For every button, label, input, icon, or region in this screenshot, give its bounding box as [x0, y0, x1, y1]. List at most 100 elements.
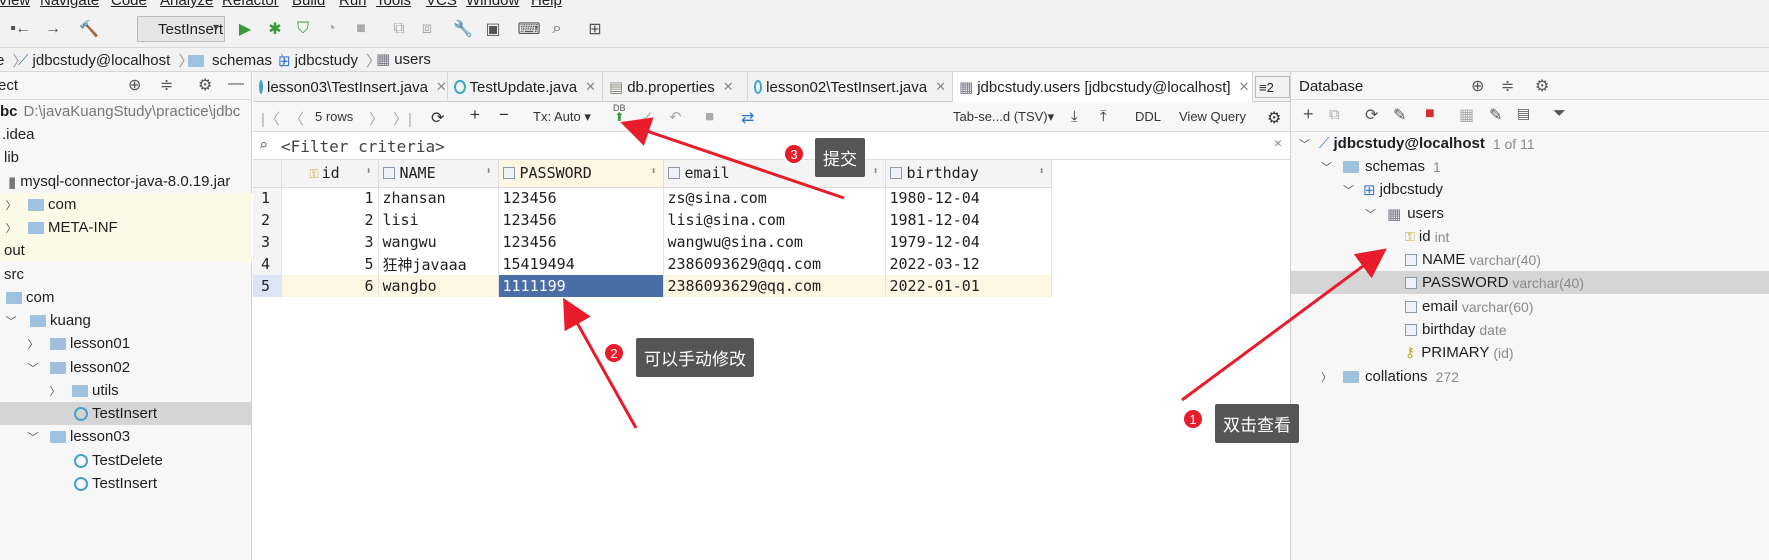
chevron-right-icon[interactable]: 〉	[26, 336, 40, 352]
db-tree-schema[interactable]: ﹀ ⊞ jdbcstudy	[1343, 178, 1443, 201]
cell-id[interactable]: 2	[281, 209, 379, 231]
cell-email[interactable]: lisi@sina.com	[663, 209, 886, 231]
refresh-icon[interactable]: ⟳	[1365, 105, 1378, 125]
menu-run[interactable]: Run	[339, 0, 367, 9]
minimize-icon[interactable]: —	[228, 75, 244, 93]
chevron-down-icon[interactable]: ﹀	[4, 313, 18, 329]
menu-help[interactable]: Help	[531, 0, 562, 9]
tx-mode-select[interactable]: Tx: Auto ▾	[533, 109, 591, 125]
chevron-down-icon[interactable]: ﹀	[1321, 159, 1337, 175]
chevron-down-icon[interactable]: ﹀	[1299, 136, 1315, 152]
close-icon[interactable]: ✕	[1274, 136, 1282, 151]
db-column-email[interactable]: email varchar(60)	[1405, 295, 1533, 318]
column-header-id[interactable]: ⚿ id ⬍	[281, 160, 379, 188]
commit-check-icon[interactable]: ✓	[641, 108, 654, 126]
collapse-icon[interactable]: ≑	[160, 75, 173, 95]
compare-icon[interactable]: ⇄	[741, 108, 754, 128]
cell-name[interactable]: 狂神javaaa	[378, 253, 499, 275]
project-structure-icon[interactable]: ▣	[482, 18, 504, 40]
filter-icon[interactable]: ⏷	[1553, 105, 1566, 123]
tree-item-kuang[interactable]: ﹀ kuang	[0, 309, 252, 332]
cell-name[interactable]: wangbo	[378, 275, 499, 297]
delete-row-icon[interactable]: −	[499, 105, 509, 125]
cell-birthday[interactable]: 1979-12-04	[885, 231, 1052, 253]
menu-code[interactable]: Code	[111, 0, 147, 9]
tree-item-lesson02[interactable]: ﹀ lesson02	[0, 356, 252, 379]
db-key-primary[interactable]: ⚷ PRIMARY (id)	[1405, 341, 1514, 364]
tree-item-lesson01[interactable]: 〉 lesson01	[0, 332, 252, 355]
add-row-icon[interactable]: +	[470, 105, 480, 125]
submit-db-icon[interactable]: DB ⬆	[613, 104, 626, 124]
tree-item-testdelete[interactable]: TestDelete	[0, 449, 252, 472]
gear-icon[interactable]: ⚙	[1535, 76, 1549, 96]
vcs-icon[interactable]: ⊞	[584, 18, 606, 40]
collapse-icon[interactable]: ≑	[1501, 76, 1514, 96]
tree-item-jar[interactable]: ▮ mysql-connector-java-8.0.19.jar	[0, 170, 252, 193]
table-icon[interactable]: ▦	[1459, 105, 1474, 125]
tree-item-com[interactable]: com	[0, 286, 252, 309]
chevron-down-icon[interactable]: ﹀	[1365, 206, 1381, 222]
sql-console-icon[interactable]: ▤	[1517, 105, 1530, 122]
db-tree-table-users[interactable]: ﹀ ▦ users	[1365, 202, 1444, 225]
db-tree-schemas[interactable]: ﹀ schemas 1	[1321, 155, 1441, 178]
column-header-birthday[interactable]: birthday ⬍	[885, 160, 1052, 188]
cell-id[interactable]: 5	[281, 253, 379, 275]
filter-input[interactable]: <Filter criteria>	[281, 137, 445, 156]
settings-wrench-icon[interactable]: 🔧	[452, 18, 474, 40]
table-row[interactable]: 1 1 zhansan 123456 zs@sina.com 1980-12-0…	[253, 187, 1052, 209]
menu-vcs[interactable]: VCS	[426, 0, 457, 9]
next-page-icon[interactable]: 〉	[369, 108, 384, 129]
tree-item-idea[interactable]: .idea	[0, 123, 252, 146]
gear-icon[interactable]: ⚙	[1267, 108, 1281, 128]
search-icon[interactable]: ⌕	[546, 18, 568, 40]
cell-birthday[interactable]: 1981-12-04	[885, 209, 1052, 231]
forward-icon[interactable]: →	[42, 18, 64, 40]
close-icon[interactable]: ✕	[585, 79, 596, 95]
export-format-select[interactable]: Tab-se...d (TSV)▾	[953, 109, 1054, 125]
build-hammer-icon[interactable]: 🔨	[78, 18, 100, 40]
tab-db-properties[interactable]: ▤ db.properties ✕	[603, 72, 748, 102]
tree-item-lesson03[interactable]: ﹀ lesson03	[0, 425, 252, 448]
tree-item-testinsert-lesson03[interactable]: TestInsert	[0, 472, 252, 495]
edit-icon[interactable]: ✎	[1489, 105, 1502, 125]
cell-password-editing[interactable]: 1111199	[498, 275, 664, 297]
sort-icon[interactable]: ⬍	[1038, 166, 1044, 177]
project-panel-title[interactable]: ect	[0, 77, 18, 94]
db-column-password[interactable]: PASSWORD varchar(40)	[1405, 271, 1769, 294]
back-icon[interactable]: ←	[12, 18, 34, 40]
cell-email[interactable]: wangwu@sina.com	[663, 231, 886, 253]
debug-icon[interactable]: ✱	[264, 18, 286, 40]
cell-name[interactable]: wangwu	[378, 231, 499, 253]
last-page-icon[interactable]: 〉|	[393, 108, 412, 129]
attach-icon[interactable]: ⧉	[388, 18, 410, 40]
cell-birthday[interactable]: 2022-01-01	[885, 275, 1052, 297]
table-row[interactable]: 4 5 狂神javaaa 15419494 2386093629@qq.com …	[253, 253, 1052, 275]
tree-root[interactable]: bc D:\javaKuangStudy\practice\jdbc	[0, 100, 252, 123]
profile-icon[interactable]: ◔	[320, 18, 342, 40]
chevron-right-icon[interactable]: 〉	[4, 197, 18, 213]
breadcrumb-table[interactable]: ▦ users	[376, 50, 431, 69]
cell-password[interactable]: 15419494	[498, 253, 664, 275]
menu-analyze[interactable]: Analyze	[160, 0, 213, 9]
prev-page-icon[interactable]: 〈	[289, 108, 304, 129]
tree-item-src[interactable]: src	[0, 263, 252, 286]
tree-item-utils[interactable]: 〉 utils	[0, 379, 252, 402]
run-config-select[interactable]: TestInsert ▾	[137, 16, 225, 42]
refresh-icon[interactable]: ⟳	[431, 108, 444, 128]
db-tree-collations[interactable]: 〉 collations 272	[1321, 365, 1459, 388]
close-icon[interactable]: ✕	[1239, 79, 1250, 95]
stop-icon[interactable]: ■	[1425, 105, 1435, 123]
tabs-overflow-button[interactable]: ≡ 2	[1255, 76, 1290, 98]
tab-lesson03-testinsert[interactable]: lesson03\TestInsert.java ✕	[253, 72, 448, 102]
download-icon[interactable]: ⤓	[1071, 108, 1078, 125]
stop-icon[interactable]: ■	[705, 108, 714, 125]
tree-item-com-lib[interactable]: 〉 com	[0, 193, 252, 216]
chevron-down-icon[interactable]: ﹀	[26, 360, 40, 376]
cell-id[interactable]: 6	[281, 275, 379, 297]
cell-id[interactable]: 3	[281, 231, 379, 253]
stop-icon[interactable]: ■	[350, 18, 372, 40]
column-header-name[interactable]: NAME ⬍	[378, 160, 499, 188]
properties-icon[interactable]: ✎	[1393, 105, 1406, 125]
db-column-name[interactable]: NAME varchar(40)	[1405, 248, 1541, 271]
chevron-right-icon[interactable]: 〉	[4, 220, 18, 236]
